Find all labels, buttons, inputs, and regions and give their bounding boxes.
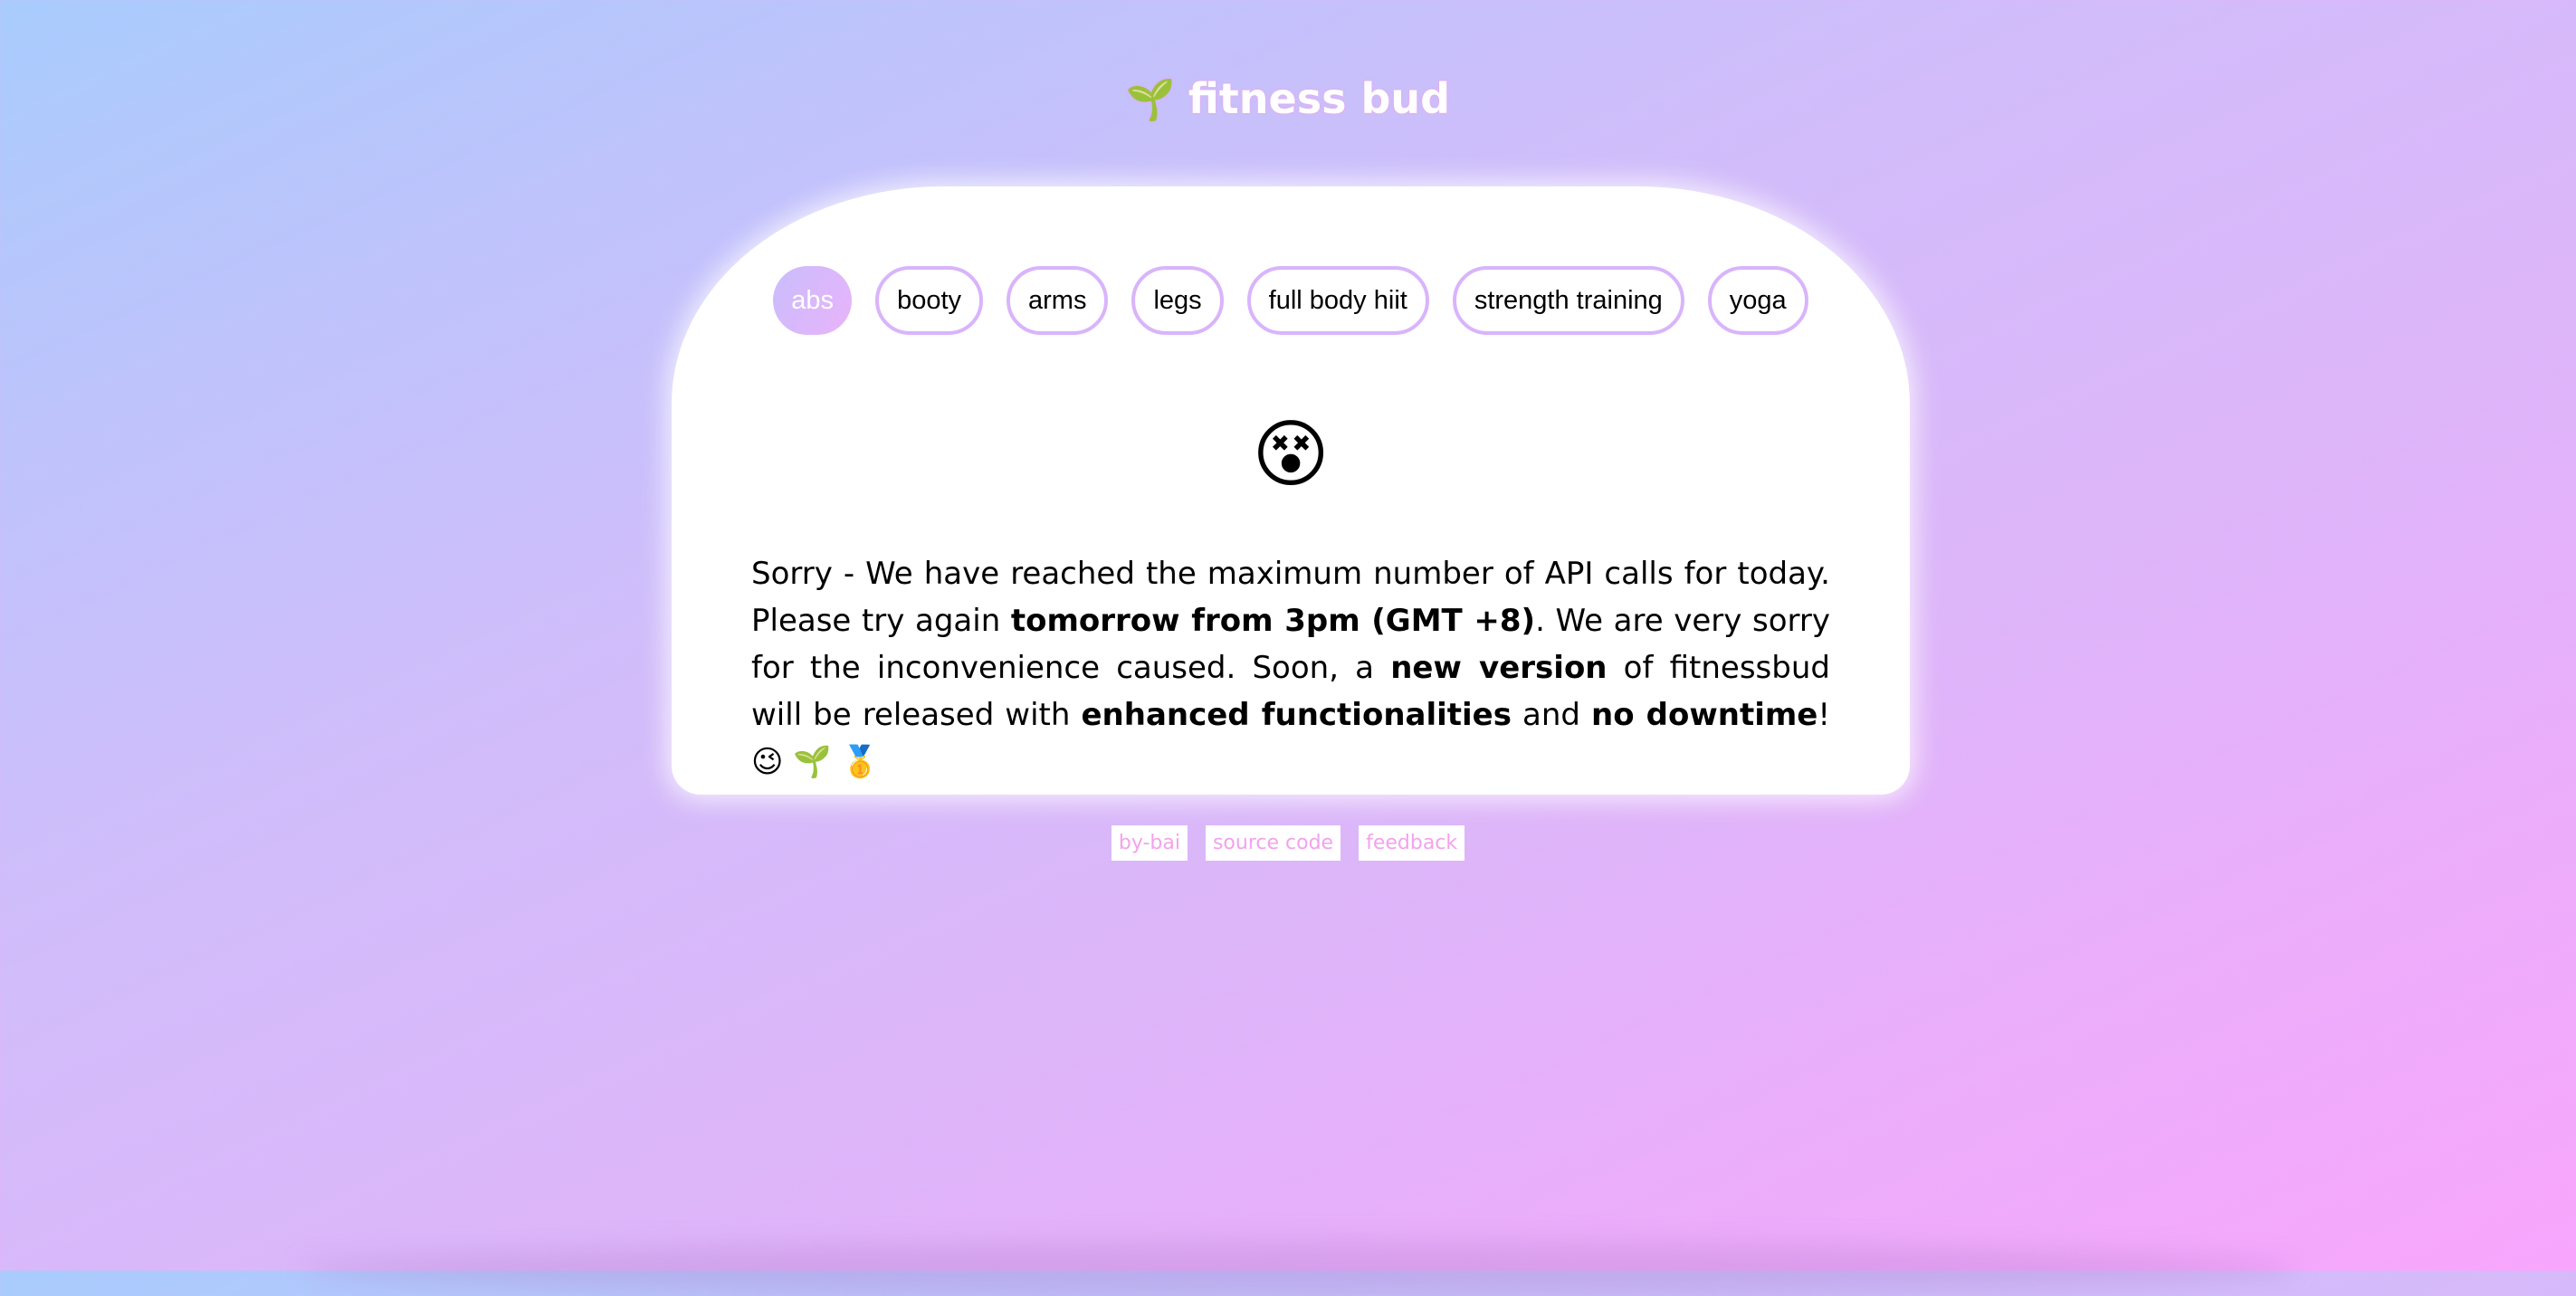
tab-arms[interactable]: arms bbox=[1007, 266, 1109, 335]
feedback-link[interactable]: feedback bbox=[1359, 825, 1465, 861]
tab-booty[interactable]: booty bbox=[875, 266, 984, 335]
sprout-icon: 🌱 bbox=[1125, 77, 1176, 123]
app-title: 🌱 fitness bud bbox=[0, 74, 2576, 123]
bottom-shadow bbox=[299, 1242, 2299, 1296]
dizzy-face-icon: 😵 bbox=[1252, 412, 1330, 498]
footer-links: by-bai source code feedback bbox=[0, 825, 2576, 861]
message-emphasis-downtime: no downtime bbox=[1591, 697, 1818, 733]
message-emphasis-version: new version bbox=[1390, 650, 1608, 686]
message-emphasis-time: tomorrow from 3pm (GMT +8) bbox=[1010, 603, 1536, 639]
tab-yoga[interactable]: yoga bbox=[1707, 266, 1808, 335]
by-bai-link[interactable]: by-bai bbox=[1111, 825, 1188, 861]
tab-full-body-hiit[interactable]: full body hiit bbox=[1246, 266, 1429, 335]
category-tabs: abs booty arms legs full body hiit stren… bbox=[672, 266, 1910, 335]
message-emphasis-features: enhanced functionalities bbox=[1081, 697, 1512, 733]
message-text: and bbox=[1511, 697, 1592, 733]
error-message: Sorry - We have reached the maximum numb… bbox=[751, 550, 1830, 786]
app-title-text: fitness bud bbox=[1188, 74, 1451, 123]
source-code-link[interactable]: source code bbox=[1205, 825, 1341, 861]
main-card: abs booty arms legs full body hiit stren… bbox=[672, 186, 1910, 795]
tab-strength-training[interactable]: strength training bbox=[1452, 266, 1684, 335]
tab-abs[interactable]: abs bbox=[773, 266, 853, 335]
tab-legs[interactable]: legs bbox=[1131, 266, 1224, 335]
